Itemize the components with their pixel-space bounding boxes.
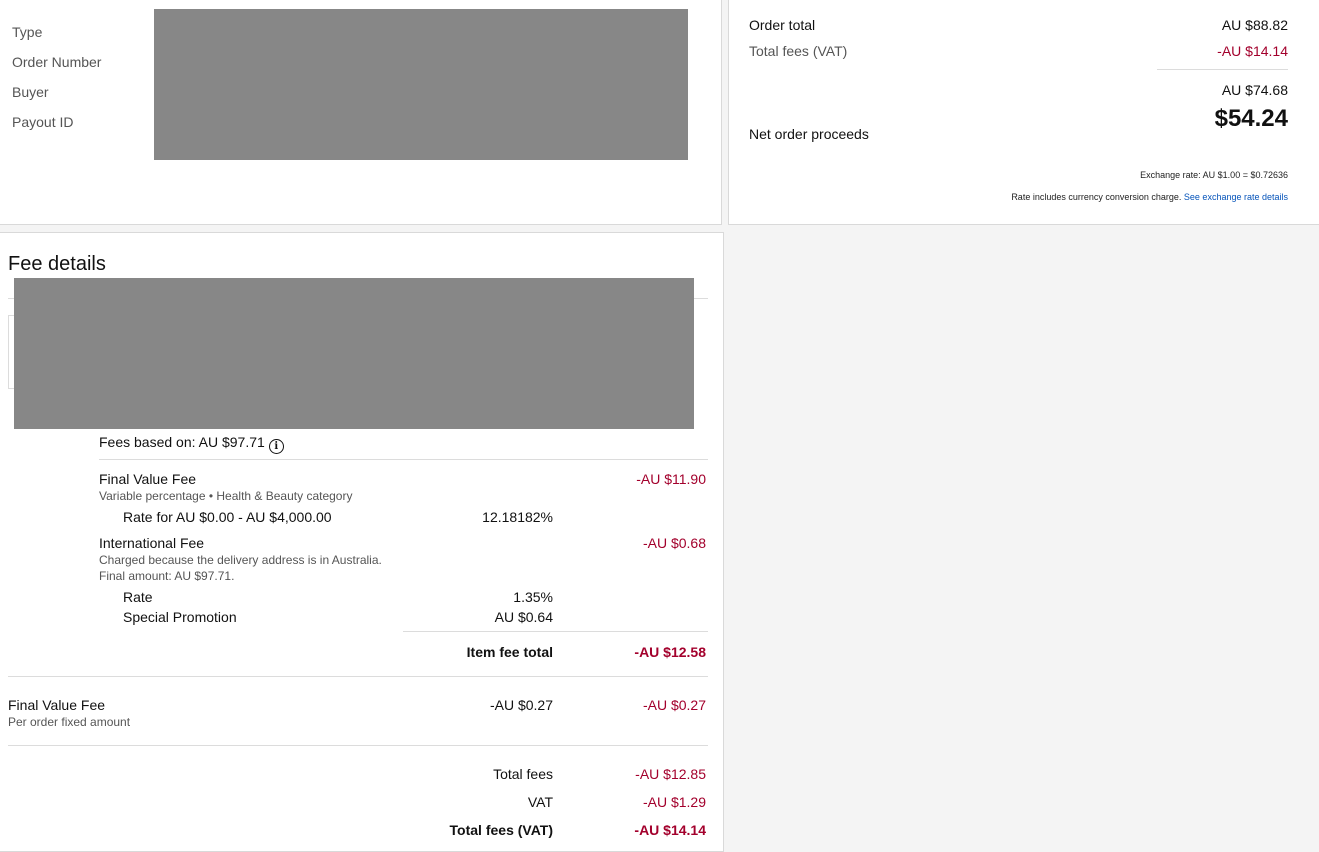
fvf-title: Final Value Fee	[99, 471, 197, 487]
vat-value: -AU $1.29	[642, 794, 706, 810]
total-fees-vat-value: -AU $14.14	[634, 822, 706, 838]
total-fees-label-bottom: Total fees	[493, 766, 553, 782]
order-number-label: Order Number	[12, 54, 102, 70]
section-divider-1	[8, 676, 708, 677]
promo-label: Special Promotion	[123, 609, 237, 625]
total-fees-value: -AU $14.14	[1217, 43, 1288, 59]
info-icon[interactable]: i	[268, 439, 284, 454]
redacted-item-info	[14, 278, 694, 429]
fvf-rate-value: 12.18182%	[482, 509, 553, 525]
fvf-amount: -AU $11.90	[636, 471, 706, 487]
fvf-fixed-amount: -AU $0.27	[642, 697, 706, 713]
total-fees-vat-label: Total fees (VAT)	[449, 822, 553, 838]
subtotal-value: AU $74.68	[1221, 82, 1288, 98]
fvf-fixed-subtitle: Per order fixed amount	[8, 715, 131, 729]
redacted-order-info	[154, 9, 688, 160]
intl-rate-label: Rate	[123, 589, 153, 605]
order-total-value: AU $88.82	[1221, 17, 1288, 33]
total-fees-label: Total fees (VAT)	[749, 43, 848, 59]
rate-note: Rate includes currency conversion charge…	[1011, 192, 1182, 202]
item-fee-total-label: Item fee total	[466, 644, 553, 660]
summary-divider	[1157, 69, 1288, 70]
intl-fee-amount: -AU $0.68	[642, 535, 706, 551]
exchange-rate: Exchange rate: AU $1.00 = $0.72636	[1140, 170, 1288, 180]
item-fee-divider	[403, 631, 708, 632]
fvf-fixed-mid: -AU $0.27	[489, 697, 553, 713]
promo-value: AU $0.64	[494, 609, 553, 625]
order-summary-panel: Order total AU $88.82 Total fees (VAT) -…	[728, 0, 1319, 225]
fees-based-divider	[99, 459, 708, 460]
buyer-label: Buyer	[12, 84, 49, 100]
item-fee-total-value: -AU $12.58	[634, 644, 706, 660]
intl-fee-title: International Fee	[99, 535, 205, 551]
intl-fee-sub2: Final amount: AU $97.71.	[99, 569, 235, 583]
vat-label: VAT	[527, 794, 553, 810]
fee-details-panel: Fee details Fees based on: AU $97.71 i Fi…	[0, 232, 724, 852]
total-fees-value-bottom: -AU $12.85	[635, 766, 706, 782]
intl-rate-value: 1.35%	[513, 589, 553, 605]
fvf-fixed-title: Final Value Fee	[8, 697, 106, 713]
fvf-subtitle: Variable percentage • Health & Beauty ca…	[99, 489, 353, 503]
type-label: Type	[12, 24, 43, 40]
payout-id-label: Payout ID	[12, 114, 74, 130]
intl-fee-sub1: Charged because the delivery address is …	[99, 553, 382, 567]
fee-details-title: Fee details	[8, 253, 106, 275]
fees-based-on: Fees based on: AU $97.71	[99, 434, 265, 450]
fees-based-on-row: Fees based on: AU $97.71 i	[99, 434, 284, 454]
fvf-rate-label: Rate for AU $0.00 - AU $4,000.00	[123, 509, 332, 525]
exchange-rate-details-link[interactable]: See exchange rate details	[1184, 192, 1288, 202]
order-info-panel: Type Order Number Buyer Payout ID	[0, 0, 722, 225]
order-total-label: Order total	[749, 17, 816, 33]
net-proceeds-label: Net order proceeds	[749, 126, 869, 142]
net-proceeds-value: $54.24	[1214, 105, 1288, 132]
section-divider-2	[8, 745, 708, 746]
rate-note-row: Rate includes currency conversion charge…	[1011, 192, 1288, 202]
